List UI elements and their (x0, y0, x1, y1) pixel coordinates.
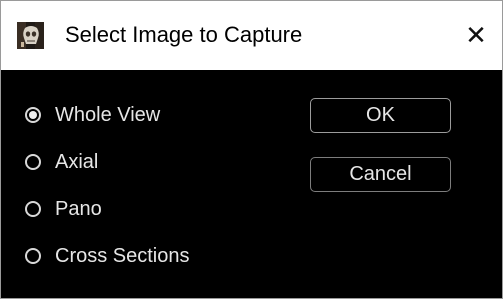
capture-dialog: Select Image to Capture ✕ Whole View Axi… (0, 0, 503, 299)
radio-label: Whole View (55, 104, 161, 126)
radio-label: Pano (55, 198, 102, 220)
radio-indicator[interactable] (25, 107, 41, 123)
radio-indicator[interactable] (25, 201, 41, 217)
close-icon: ✕ (465, 20, 487, 50)
ok-button[interactable]: OK (310, 98, 451, 133)
app-skull-icon (17, 22, 44, 49)
radio-cross-sections[interactable]: Cross Sections (25, 243, 190, 269)
close-button[interactable]: ✕ (459, 18, 493, 52)
dialog-title: Select Image to Capture (65, 22, 303, 47)
radio-axial[interactable]: Axial (25, 149, 98, 175)
title-bar: Select Image to Capture ✕ (1, 1, 502, 70)
radio-label: Cross Sections (55, 245, 190, 267)
radio-pano[interactable]: Pano (25, 196, 102, 222)
radio-selected-dot (29, 111, 37, 119)
dialog-body: Whole View Axial Pano Cross Sections OK … (1, 70, 502, 298)
radio-indicator[interactable] (25, 154, 41, 170)
radio-label: Axial (55, 151, 99, 173)
radio-indicator[interactable] (25, 248, 41, 264)
radio-whole-view[interactable]: Whole View (25, 102, 160, 128)
cancel-button[interactable]: Cancel (310, 157, 451, 192)
